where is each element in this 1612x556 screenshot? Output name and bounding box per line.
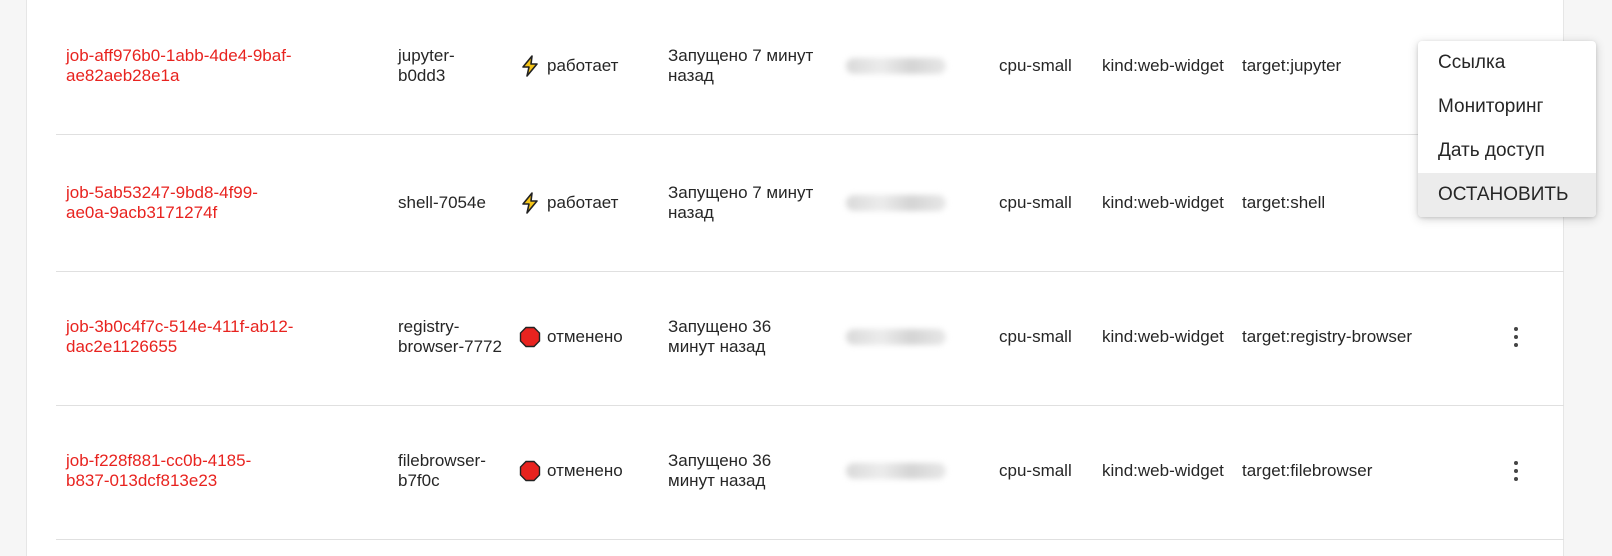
job-tag-kind: kind:web-widget [1102,56,1224,75]
owner-blurred [846,58,946,74]
job-status-label: работает [547,193,619,212]
job-name: shell-7054e [398,193,486,212]
job-id-link[interactable]: job-5ab53247-9bd8-4f99- ae0a-9acb3171274f [66,183,366,223]
job-status: отменено [519,326,659,348]
owner-blurred [846,463,946,479]
lightning-icon [519,55,541,77]
row-actions-menu: Ссылка Мониторинг Дать доступ ОСТАНОВИТЬ [1418,41,1596,217]
job-preset: cpu-small [999,193,1072,212]
job-tag-target: target:shell [1242,193,1326,212]
job-name: registry-browser-7772 [398,317,502,356]
job-status: работает [519,192,659,214]
stop-icon [519,326,541,348]
job-tag-kind: kind:web-widget [1102,193,1224,212]
row-actions-menu-button[interactable] [1504,456,1528,486]
job-name: jupyter-b0dd3 [398,46,455,85]
job-status: отменено [519,460,659,482]
menu-item-stop[interactable]: ОСТАНОВИТЬ [1418,173,1596,217]
row-actions-menu-button[interactable] [1504,322,1528,352]
job-started: Запущено 36 минут назад [668,451,772,490]
job-tag-target: target:jupyter [1242,56,1342,75]
lightning-icon [519,192,541,214]
table-row: job-5ab53247-9bd8-4f99- ae0a-9acb3171274f… [56,135,1564,272]
job-tag-target: target:filebrowser [1242,461,1373,480]
job-status-label: отменено [547,461,623,480]
table-row: job-aff976b0-1abb-4de4-9baf-ae82aeb28e1a… [56,0,1564,135]
job-started: Запущено 7 минут назад [668,46,814,85]
job-id-link[interactable]: job-f228f881-cc0b-4185- b837-013dcf813e23 [66,451,366,491]
menu-item-share[interactable]: Дать доступ [1418,129,1596,173]
job-preset: cpu-small [999,56,1072,75]
job-started: Запущено 7 минут назад [668,183,814,222]
menu-item-monitoring[interactable]: Мониторинг [1418,85,1596,129]
job-preset: cpu-small [999,327,1072,346]
job-name: filebrowser-b7f0c [398,451,486,490]
owner-blurred [846,195,946,211]
stop-icon [519,460,541,482]
job-status-label: отменено [547,327,623,346]
job-tag-target: target:registry-browser [1242,327,1413,346]
job-id-link[interactable]: job-3b0c4f7c-514e-411f-ab12- dac2e1126655 [66,317,366,357]
job-status: работает [519,55,659,77]
table-row: job-3b0c4f7c-514e-411f-ab12- dac2e1126655… [56,269,1564,406]
job-id-link[interactable]: job-aff976b0-1abb-4de4-9baf-ae82aeb28e1a [66,46,366,86]
menu-item-link[interactable]: Ссылка [1418,41,1596,85]
job-started: Запущено 36 минут назад [668,317,772,356]
job-tag-kind: kind:web-widget [1102,461,1224,480]
job-status-label: работает [547,56,619,75]
job-tag-kind: kind:web-widget [1102,327,1224,346]
table-row: job-f228f881-cc0b-4185- b837-013dcf813e23… [56,403,1564,540]
job-preset: cpu-small [999,461,1072,480]
owner-blurred [846,329,946,345]
